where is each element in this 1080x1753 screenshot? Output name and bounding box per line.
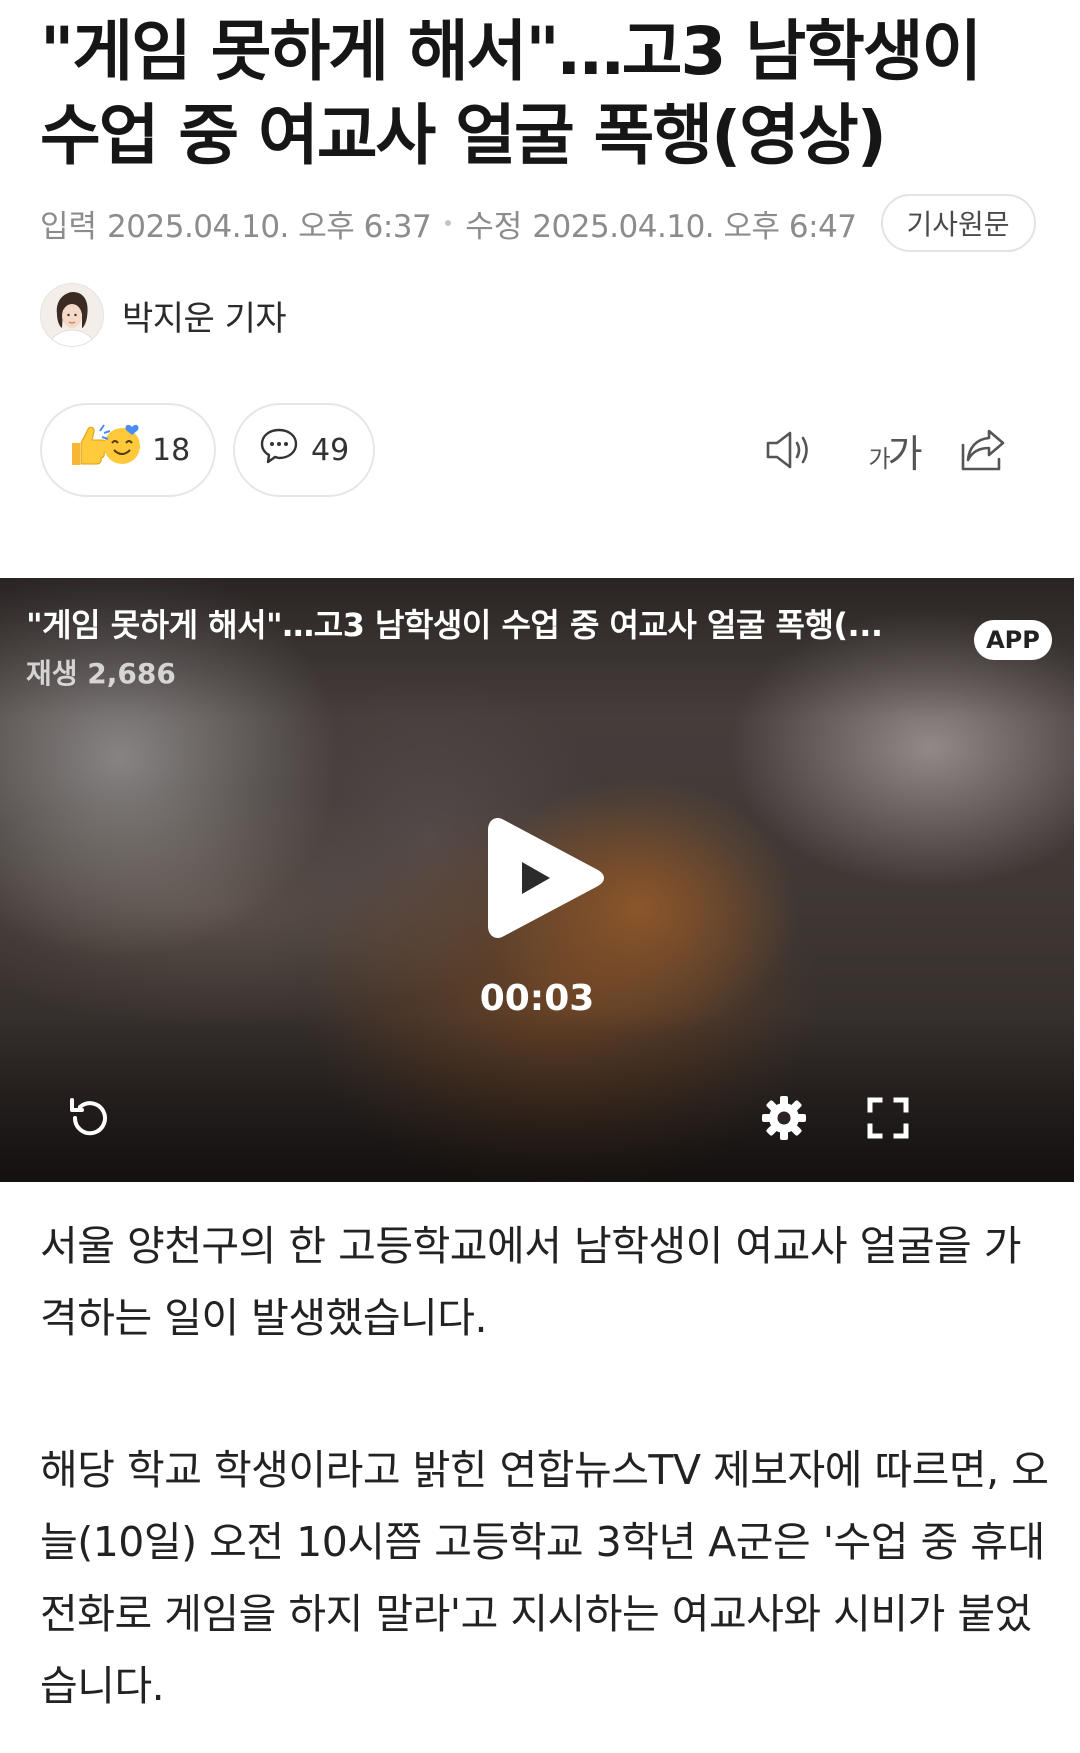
original-article-button[interactable]: 기사원문: [880, 194, 1036, 252]
modified-label: 수정: [465, 208, 523, 245]
input-time: 2025.04.10. 오후 6:37: [107, 208, 432, 245]
app-badge-button[interactable]: APP: [974, 620, 1052, 660]
play-icon[interactable]: [486, 810, 608, 946]
settings-icon[interactable]: [756, 1090, 812, 1146]
comment-count: 49: [311, 432, 350, 468]
reaction-emoji-icon: [66, 421, 142, 479]
reporter-info[interactable]: 박지운 기자: [40, 283, 287, 347]
speaker-icon[interactable]: [762, 423, 816, 477]
reporter-name: 박지운 기자: [122, 298, 287, 339]
article-action-bar: 18 49 가가: [40, 403, 1040, 497]
reaction-button[interactable]: 18: [40, 403, 216, 497]
video-duration: 00:03: [479, 978, 595, 1019]
share-icon[interactable]: [956, 423, 1010, 477]
font-size-icon[interactable]: 가가: [854, 423, 934, 477]
reporter-avatar: [40, 283, 104, 347]
replay-icon[interactable]: [62, 1090, 118, 1146]
comment-icon: [259, 426, 299, 474]
video-title: "게임 못하게 해서"…고3 남학생이 수업 중 여교사 얼굴 폭행(...: [26, 606, 883, 644]
video-view-count: 재생 2,686: [26, 657, 176, 690]
article-meta: 입력 2025.04.10. 오후 6:37 수정 2025.04.10. 오후…: [40, 193, 1036, 253]
video-top-shade: [0, 578, 1074, 718]
article-paragraph: 서울 양천구의 한 고등학교에서 남학생이 여교사 얼굴을 가격하는 일이 발생…: [40, 1222, 1022, 1342]
video-player[interactable]: "게임 못하게 해서"…고3 남학생이 수업 중 여교사 얼굴 폭행(... 재…: [0, 578, 1074, 1182]
comment-button[interactable]: 49: [233, 403, 375, 497]
article-headline: "게임 못하게 해서"…고3 남학생이 수업 중 여교사 얼굴 폭행(영상): [40, 13, 982, 174]
article-body: 서울 양천구의 한 고등학교에서 남학생이 여교사 얼굴을 가격하는 일이 발생…: [40, 1210, 1050, 1722]
article-paragraph: 해당 학교 학생이라고 밝힌 연합뉴스TV 제보자에 따르면, 오늘(10일) …: [40, 1446, 1049, 1710]
modified-time: 2025.04.10. 오후 6:47: [532, 208, 857, 245]
meta-separator: [445, 220, 452, 226]
fullscreen-icon[interactable]: [860, 1090, 916, 1146]
input-label: 입력: [40, 208, 98, 245]
reaction-count: 18: [152, 432, 191, 468]
